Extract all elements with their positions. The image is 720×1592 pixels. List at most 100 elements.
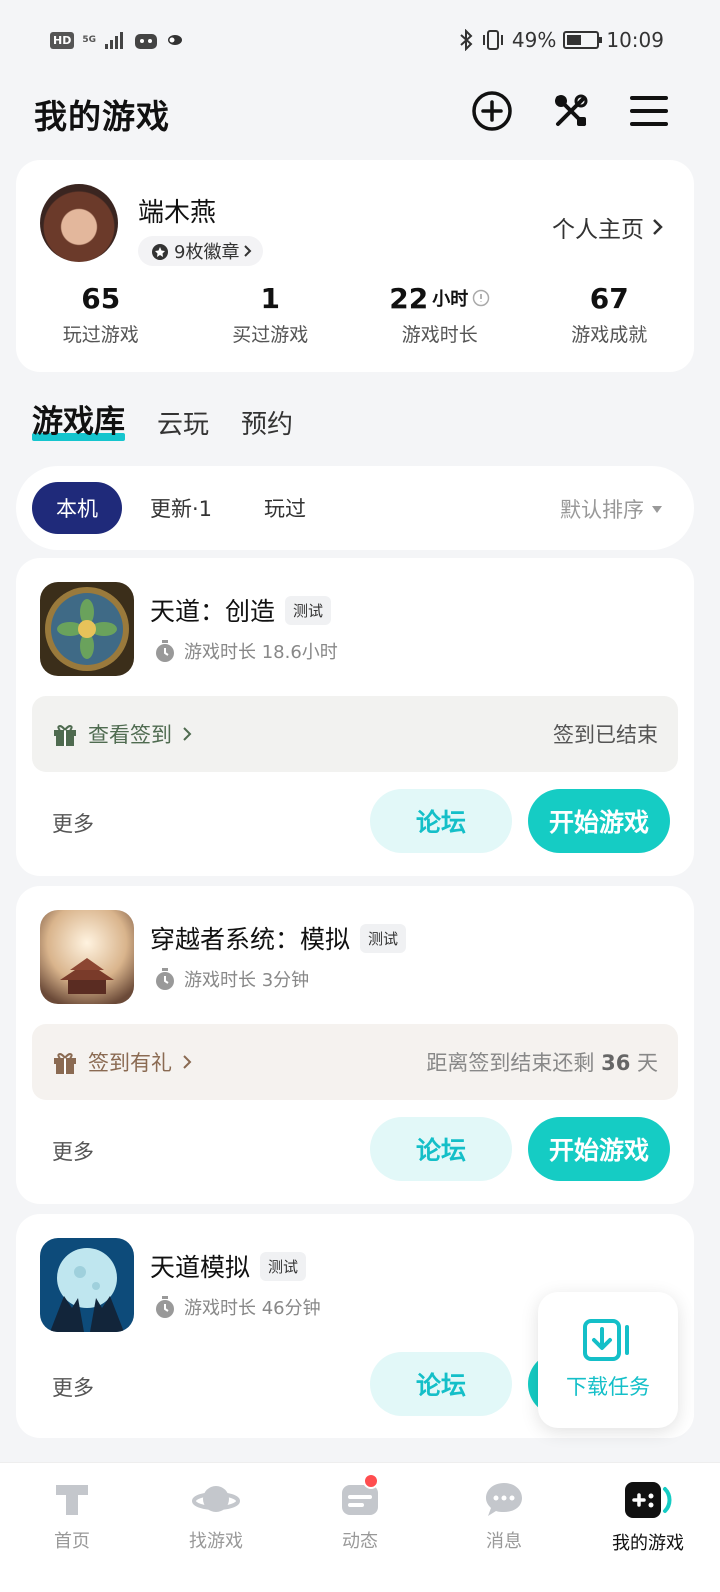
stopwatch-icon [156,968,174,990]
playtime-row: 游戏时长 3分钟 [154,966,309,992]
playtime-text: 游戏时长 3分钟 [184,970,310,991]
stat-label: 游戏成就 [571,324,648,346]
game-card[interactable]: 穿越者系统：模拟 测试 游戏时长 3分钟 签到有礼 距离签到结束还剩 36 天 … [16,886,694,1204]
sort-dropdown[interactable]: 默认排序 [560,494,662,524]
chat-bubble-icon [486,1483,522,1516]
game-card[interactable]: 天道：创造 测试 游戏时长 18.6小时 查看签到 签到已结束 更多 论坛 开始… [16,558,694,876]
hd-indicator: HD [50,31,75,49]
battery-percent: 49% [511,28,557,52]
menu-button[interactable] [626,88,672,134]
gift-icon [54,1053,76,1074]
stat-value: 67 [589,281,629,315]
status-bar: HD 5G 49% 10:09 [0,0,720,86]
playtime-text: 游戏时长 46分钟 [184,1298,321,1319]
filter-bar: 本机 更新·1 玩过 默认排序 [16,466,694,550]
forum-button[interactable]: 论坛 [370,1352,512,1416]
stat-played[interactable]: 65 玩过游戏 [16,278,186,347]
gamepad-icon [625,1482,672,1518]
add-game-button[interactable] [469,88,515,134]
game-title: 天道模拟 [150,1253,251,1282]
battery-fill [567,35,582,45]
playtime-row: 游戏时长 46分钟 [154,1294,321,1320]
countdown-prefix: 距离签到结束还剩 [426,1051,595,1075]
download-icon [583,1319,629,1361]
game-title-row: 天道：创造 测试 [150,592,332,628]
avatar[interactable] [40,184,118,262]
more-button[interactable]: 更多 [52,1136,94,1166]
caret-down-icon [652,505,662,513]
game-icon[interactable] [40,1238,134,1332]
notification-dot [363,1473,379,1489]
download-task-button[interactable]: 下载任务 [538,1292,678,1428]
sort-label: 默认排序 [560,498,644,522]
start-game-button[interactable]: 开始游戏 [528,789,670,853]
chevron-right-icon [653,219,663,235]
vibrate-icon [482,30,503,50]
profile-card: 端木燕 9枚徽章 个人主页 65 玩过游戏 1 买过游戏 22 小时 游戏时长 … [16,160,694,372]
stat-label: 买过游戏 [232,324,309,346]
chevron-right-icon [183,727,192,741]
forum-button[interactable]: 论坛 [370,1117,512,1181]
stat-value: 1 [260,281,280,315]
game-title: 天道：创造 [150,597,276,626]
signin-status: 签到已结束 [553,723,658,747]
medal-icon [152,244,168,260]
nav-label: 找游戏 [189,1531,243,1552]
nav-messages[interactable]: 消息 [432,1463,576,1592]
stat-label: 游戏时长 [401,324,478,346]
signin-label: 查看签到 [88,723,172,747]
tools-button[interactable] [548,88,594,134]
tab-reservations[interactable]: 预约 [241,404,293,441]
badges-count: 9枚徽章 [174,242,240,263]
signin-countdown: 距离签到结束还剩 36 天 [426,1047,658,1077]
info-icon[interactable] [472,289,490,307]
nav-home[interactable]: 首页 [0,1463,144,1592]
filter-updates[interactable]: 更新·1 [126,482,236,534]
game-artwork [40,1238,134,1332]
signal-icon [105,32,123,49]
menu-icon [630,96,668,126]
tools-icon [555,94,588,126]
more-button[interactable]: 更多 [52,808,94,838]
download-task-label: 下载任务 [566,1375,650,1399]
stat-bought[interactable]: 1 买过游戏 [186,278,356,347]
game-title-row: 天道模拟 测试 [150,1248,307,1284]
app-notification-icon [135,34,157,49]
tab-library[interactable]: 游戏库 [32,396,125,441]
game-artwork [40,582,134,676]
countdown-days: 36 [601,1051,631,1075]
nav-label: 我的游戏 [612,1533,684,1554]
playtime-row: 游戏时长 18.6小时 [154,638,338,664]
profile-home-link[interactable]: 个人主页 [552,210,664,244]
stat-playtime[interactable]: 22 小时 游戏时长 [355,278,525,347]
forum-button[interactable]: 论坛 [370,789,512,853]
clock: 10:09 [606,28,664,52]
tab-cloud-play[interactable]: 云玩 [157,404,209,441]
stat-value: 65 [81,281,121,315]
test-tag: 测试 [360,923,407,953]
filter-played[interactable]: 玩过 [240,482,330,534]
filter-local[interactable]: 本机 [32,482,122,534]
stat-label: 玩过游戏 [62,324,139,346]
stat-achievements[interactable]: 67 游戏成就 [525,278,695,347]
game-icon[interactable] [40,910,134,1004]
signin-bar[interactable]: 查看签到 签到已结束 [32,696,678,772]
stats-row: 65 玩过游戏 1 买过游戏 22 小时 游戏时长 67 游戏成就 [16,278,694,347]
nav-label: 消息 [486,1531,522,1552]
battery-icon [563,31,603,49]
game-icon[interactable] [40,582,134,676]
planet-icon [192,1486,240,1512]
status-left: HD 5G [50,30,184,50]
badges-pill[interactable]: 9枚徽章 [138,236,264,266]
start-game-button[interactable]: 开始游戏 [528,1117,670,1181]
stat-value: 22 [389,281,429,315]
playtime-text: 游戏时长 18.6小时 [184,642,338,663]
nav-my-games[interactable]: 我的游戏 [576,1463,720,1592]
nav-find-games[interactable]: 找游戏 [144,1463,288,1592]
signin-bar[interactable]: 签到有礼 距离签到结束还剩 36 天 [32,1024,678,1100]
nav-feed[interactable]: 动态 [288,1463,432,1592]
signin-label: 签到有礼 [88,1051,172,1075]
nav-label: 首页 [54,1531,90,1552]
nav-label: 动态 [342,1531,378,1552]
more-button[interactable]: 更多 [52,1372,94,1402]
